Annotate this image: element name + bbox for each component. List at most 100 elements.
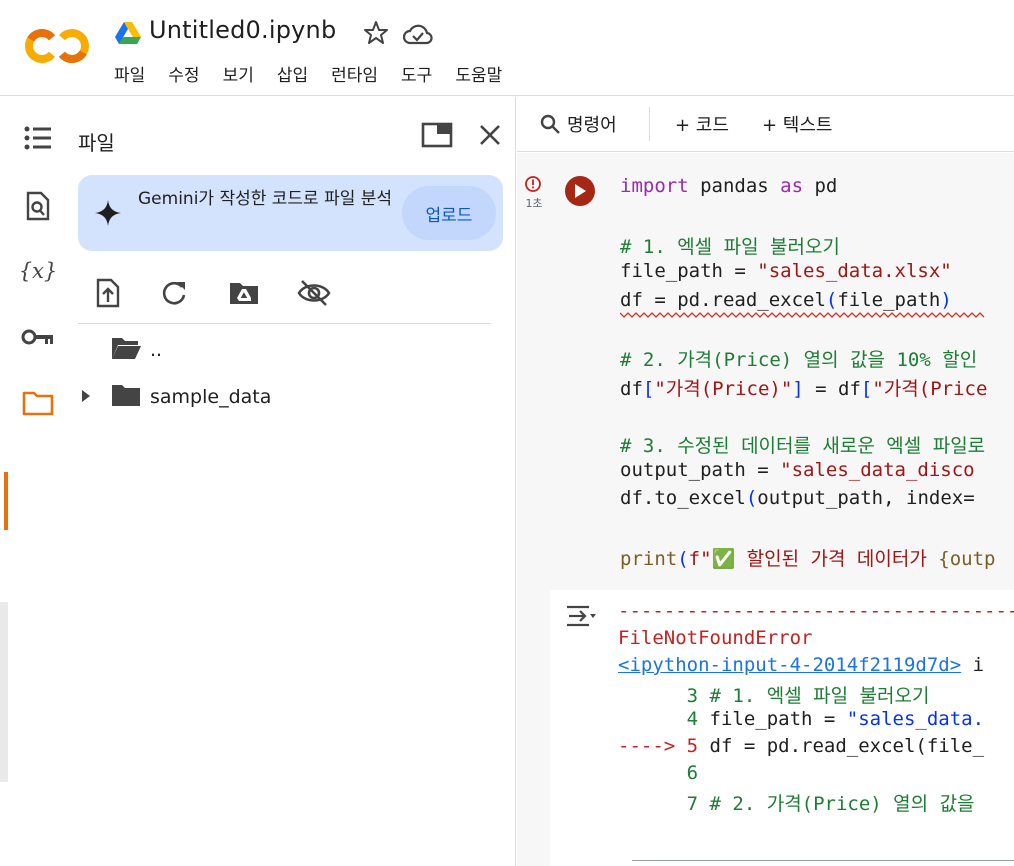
error-icon [525,176,541,192]
close-icon[interactable] [474,119,506,151]
rail-edge [0,602,8,782]
traceback-line: ------------------------------------- [618,600,1014,626]
search-icon [540,114,560,134]
exec-time: 1초 [525,197,543,210]
play-icon [575,184,586,198]
output-token: 7 [618,793,710,815]
file-item-parent[interactable]: .. [78,329,498,369]
file-tools [90,275,350,311]
commands-label: 명령어 [567,115,617,136]
code-line: file_path = "sales_data.xlsx" [620,260,952,286]
lint-error-squiggle [620,312,985,318]
run-cell-button[interactable] [565,176,595,206]
panel-title: 파일 [78,131,115,155]
code-token: ( [825,288,838,311]
gemini-prompt-text: Gemini가 작성한 코드로 파일 분석 [138,189,393,209]
menu-insert[interactable]: 삽입 [277,61,308,86]
code-token: "가격(Price)" [654,377,793,400]
code-line: # 3. 수정된 데이터를 새로운 엑셀 파일로 [620,431,985,457]
notebook-title[interactable]: Untitled0.ipynb [149,16,336,44]
find-icon[interactable] [18,186,58,226]
code-token: file_path = [620,260,758,283]
output-token: file_path = [709,708,847,730]
menu-file[interactable]: 파일 [114,61,145,86]
code-token: output_path, index= [757,487,975,510]
add-text-button[interactable]: + 텍스트 [762,111,832,137]
code-token: "sales_data_disco [780,459,975,481]
output-token: # 1. 엑셀 파일 불러오기 [709,685,930,707]
google-drive-icon[interactable] [115,21,141,45]
expand-caret-icon[interactable] [80,388,92,404]
traceback-line: 6 [618,762,698,788]
refresh-icon[interactable] [156,275,192,311]
output-token: ----> 5 [618,735,710,757]
code-token: print [620,548,678,571]
error-type: FileNotFoundError [618,627,812,653]
folder-open-icon [112,338,141,359]
cloud-saved-icon[interactable] [402,21,434,47]
traceback-line: 3 # 1. 엑셀 파일 불러오기 [618,681,930,707]
variables-glyph: {x} [18,259,58,283]
code-line: df.to_excel(output_path, index= [620,487,975,513]
gemini-suggestion-card: Gemini가 작성한 코드로 파일 분석 업로드 [78,175,503,251]
output-token: 4 [618,708,710,730]
output-actions-icon[interactable] [565,603,597,629]
code-token: pandas [688,175,781,197]
variables-icon[interactable]: {x} [18,251,58,291]
code-line: output_path = "sales_data_disco [620,459,975,485]
code-token: file_path [837,288,941,311]
menu-runtime[interactable]: 런타임 [331,61,378,86]
hide-files-icon[interactable] [296,275,332,311]
left-icon-rail: {x} [0,97,70,866]
files-folder-icon[interactable] [18,383,58,423]
code-token: as [780,175,804,197]
file-item-label: .. [150,339,163,361]
upload-button[interactable]: 업로드 [402,186,496,240]
code-token: = df [803,377,861,400]
toolbar-separator [649,107,650,141]
menu-view[interactable]: 보기 [223,61,254,86]
output-token: i [961,654,985,676]
code-token: {outp [938,548,996,571]
code-line: import pandas as pd [620,175,837,201]
output-token: ------------------------------------- [618,600,1014,622]
code-token: import [620,175,689,197]
code-line: df["가격(Price)"] = df["가격(Price [620,374,987,400]
traceback-line: ----> 5 df = pd.read_excel(file_ [618,735,984,761]
file-item-sample-data[interactable]: sample_data [78,376,498,416]
code-token: ) [940,288,952,311]
code-token: [ [860,377,873,400]
code-token: "가격(Price [872,377,988,400]
code-line: # 1. 엑셀 파일 불러오기 [620,232,840,258]
table-of-contents-icon[interactable] [18,118,58,158]
output-token: # 2. 가격(Price) 열의 값을 [709,793,975,815]
traceback-link[interactable]: <ipython-input-4-2014f2119d7d> [618,654,961,676]
code-cell-editor[interactable]: import pandas as pd # 1. 엑셀 파일 불러오기 file_p… [610,163,1014,588]
mount-drive-icon[interactable] [226,275,262,311]
menu-tools[interactable]: 도구 [401,61,432,86]
colab-logo[interactable] [22,22,92,70]
gemini-sparkle-icon [95,200,121,226]
add-code-button[interactable]: + 코드 [675,111,729,137]
menu-help[interactable]: 도움말 [455,61,502,86]
code-token: # 2. 가격(Price) 열의 값을 10% 할인 [620,349,978,372]
code-token: ( [677,548,689,571]
file-item-label: sample_data [150,386,272,408]
open-in-tab-icon[interactable] [420,120,454,150]
output-token: FileNotFoundError [618,627,813,649]
upload-file-icon[interactable] [90,275,126,311]
star-icon[interactable] [362,19,390,47]
traceback-line: 7 # 2. 가격(Price) 열의 값을 [618,789,975,815]
output-token: 6 [618,762,699,784]
commands-button[interactable]: 명령어 [539,111,617,137]
menu-edit[interactable]: 수정 [168,61,199,86]
rail-active-indicator [4,472,8,530]
output-token: df = pd.read_excel(file_ [709,735,985,757]
secrets-key-icon[interactable] [18,317,58,357]
code-token: output_path = [620,459,781,481]
code-token: f"✅ 할인된 가격 데이터가 [688,548,939,571]
traceback-line: <ipython-input-4-2014f2119d7d> i [618,654,984,680]
code-line: # 2. 가격(Price) 열의 값을 10% 할인 [620,345,977,371]
output-token: 3 [618,685,710,707]
traceback-line: 4 file_path = "sales_data. [618,708,984,734]
